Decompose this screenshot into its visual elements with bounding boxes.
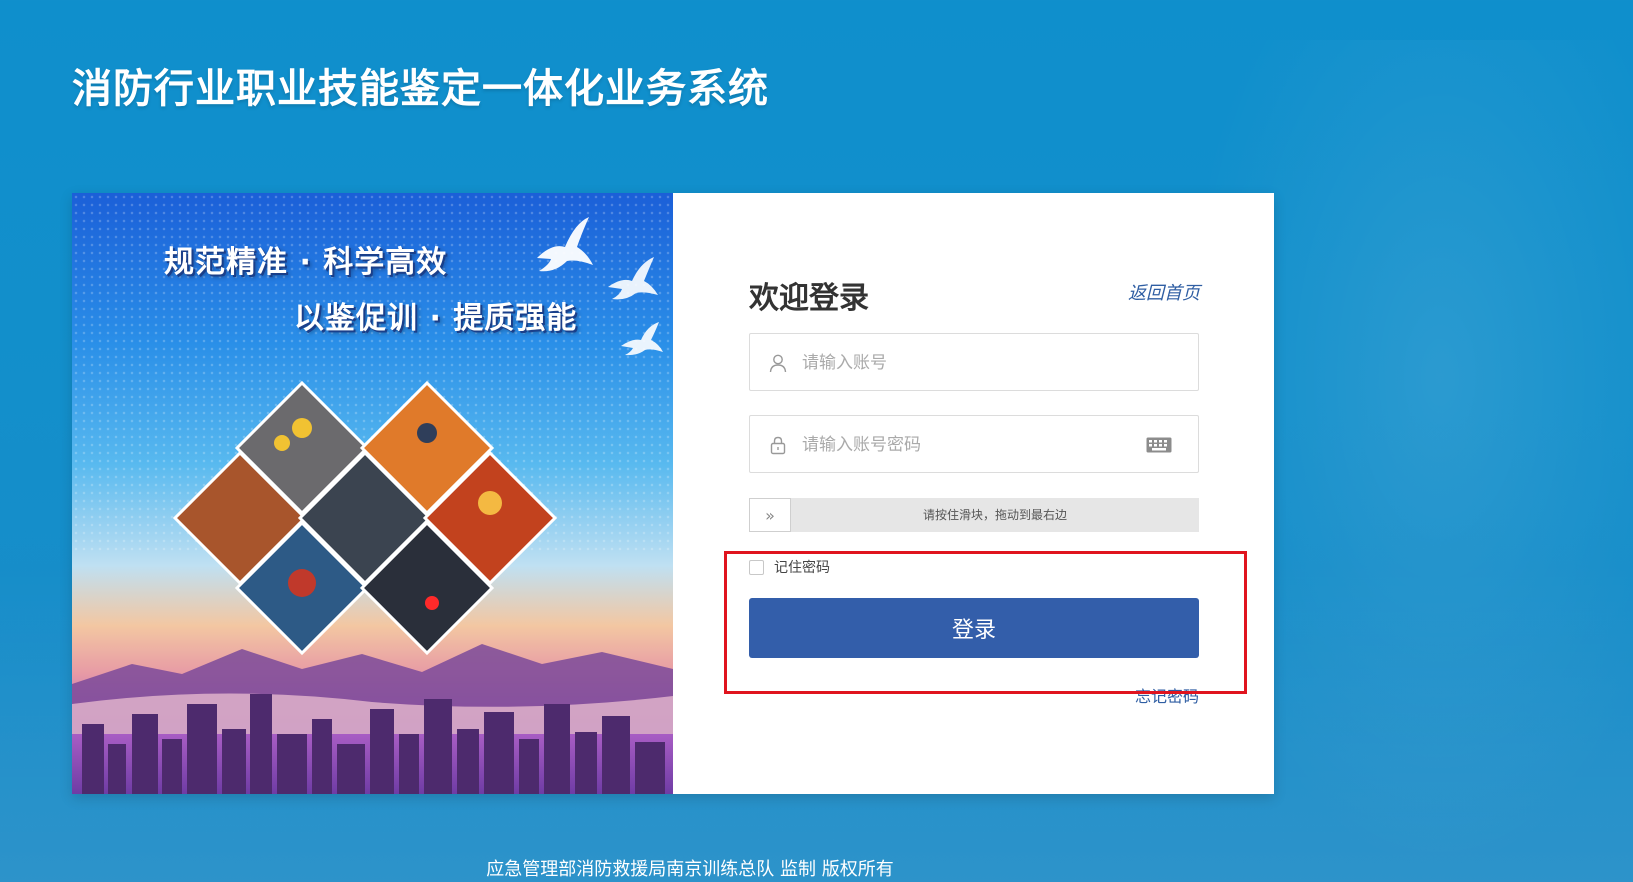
password-field — [749, 415, 1199, 474]
lock-icon — [770, 436, 786, 455]
login-card: 规范精准 · 科学高效 以鉴促训 · 提质强能 欢迎登录 返回首页 请输入账号 … — [72, 193, 1274, 794]
city-skyline — [82, 694, 665, 794]
password-input[interactable] — [800, 416, 1144, 474]
slider-captcha: » 请按住滑块，拖动到最右边 — [749, 498, 1199, 532]
dove-icon-small — [608, 257, 658, 300]
back-home-link[interactable]: 返回首页 — [1128, 279, 1200, 305]
welcome-heading: 欢迎登录 — [749, 281, 869, 316]
user-icon — [769, 354, 787, 373]
slogan-line-1: 规范精准 · 科学高效 — [164, 245, 448, 280]
remember-password-checkbox[interactable] — [749, 559, 764, 575]
remember-password: 记住密码 — [749, 557, 830, 577]
slider-hint: 请按住滑块，拖动到最右边 — [922, 508, 1067, 522]
account-field — [749, 333, 1199, 392]
site-title: 消防行业职业技能鉴定一体化业务系统 — [72, 66, 769, 112]
slogan-line-2: 以鉴促训 · 提质强能 — [294, 301, 578, 336]
remember-password-label: 记住密码 — [774, 560, 830, 576]
forgot-password-link[interactable]: 忘记密码 — [1135, 683, 1199, 707]
slider-handle[interactable]: » — [749, 498, 791, 532]
account-input[interactable] — [800, 334, 1144, 392]
login-button[interactable]: 登录 — [749, 598, 1199, 658]
keyboard-icon[interactable] — [1146, 437, 1172, 453]
double-chevron-right-icon: » — [765, 505, 775, 525]
promo-banner: 规范精准 · 科学高效 以鉴促训 · 提质强能 — [72, 193, 673, 794]
dove-icon — [537, 217, 593, 272]
footer-copyright: 应急管理部消防救援局南京训练总队 监制 版权所有 — [486, 859, 894, 880]
dove-icon-tiny — [621, 322, 663, 356]
login-form-panel: 欢迎登录 返回首页 请输入账号 » 请按住滑块，拖动到最右边 记住密码 登录 忘… — [673, 193, 1274, 794]
